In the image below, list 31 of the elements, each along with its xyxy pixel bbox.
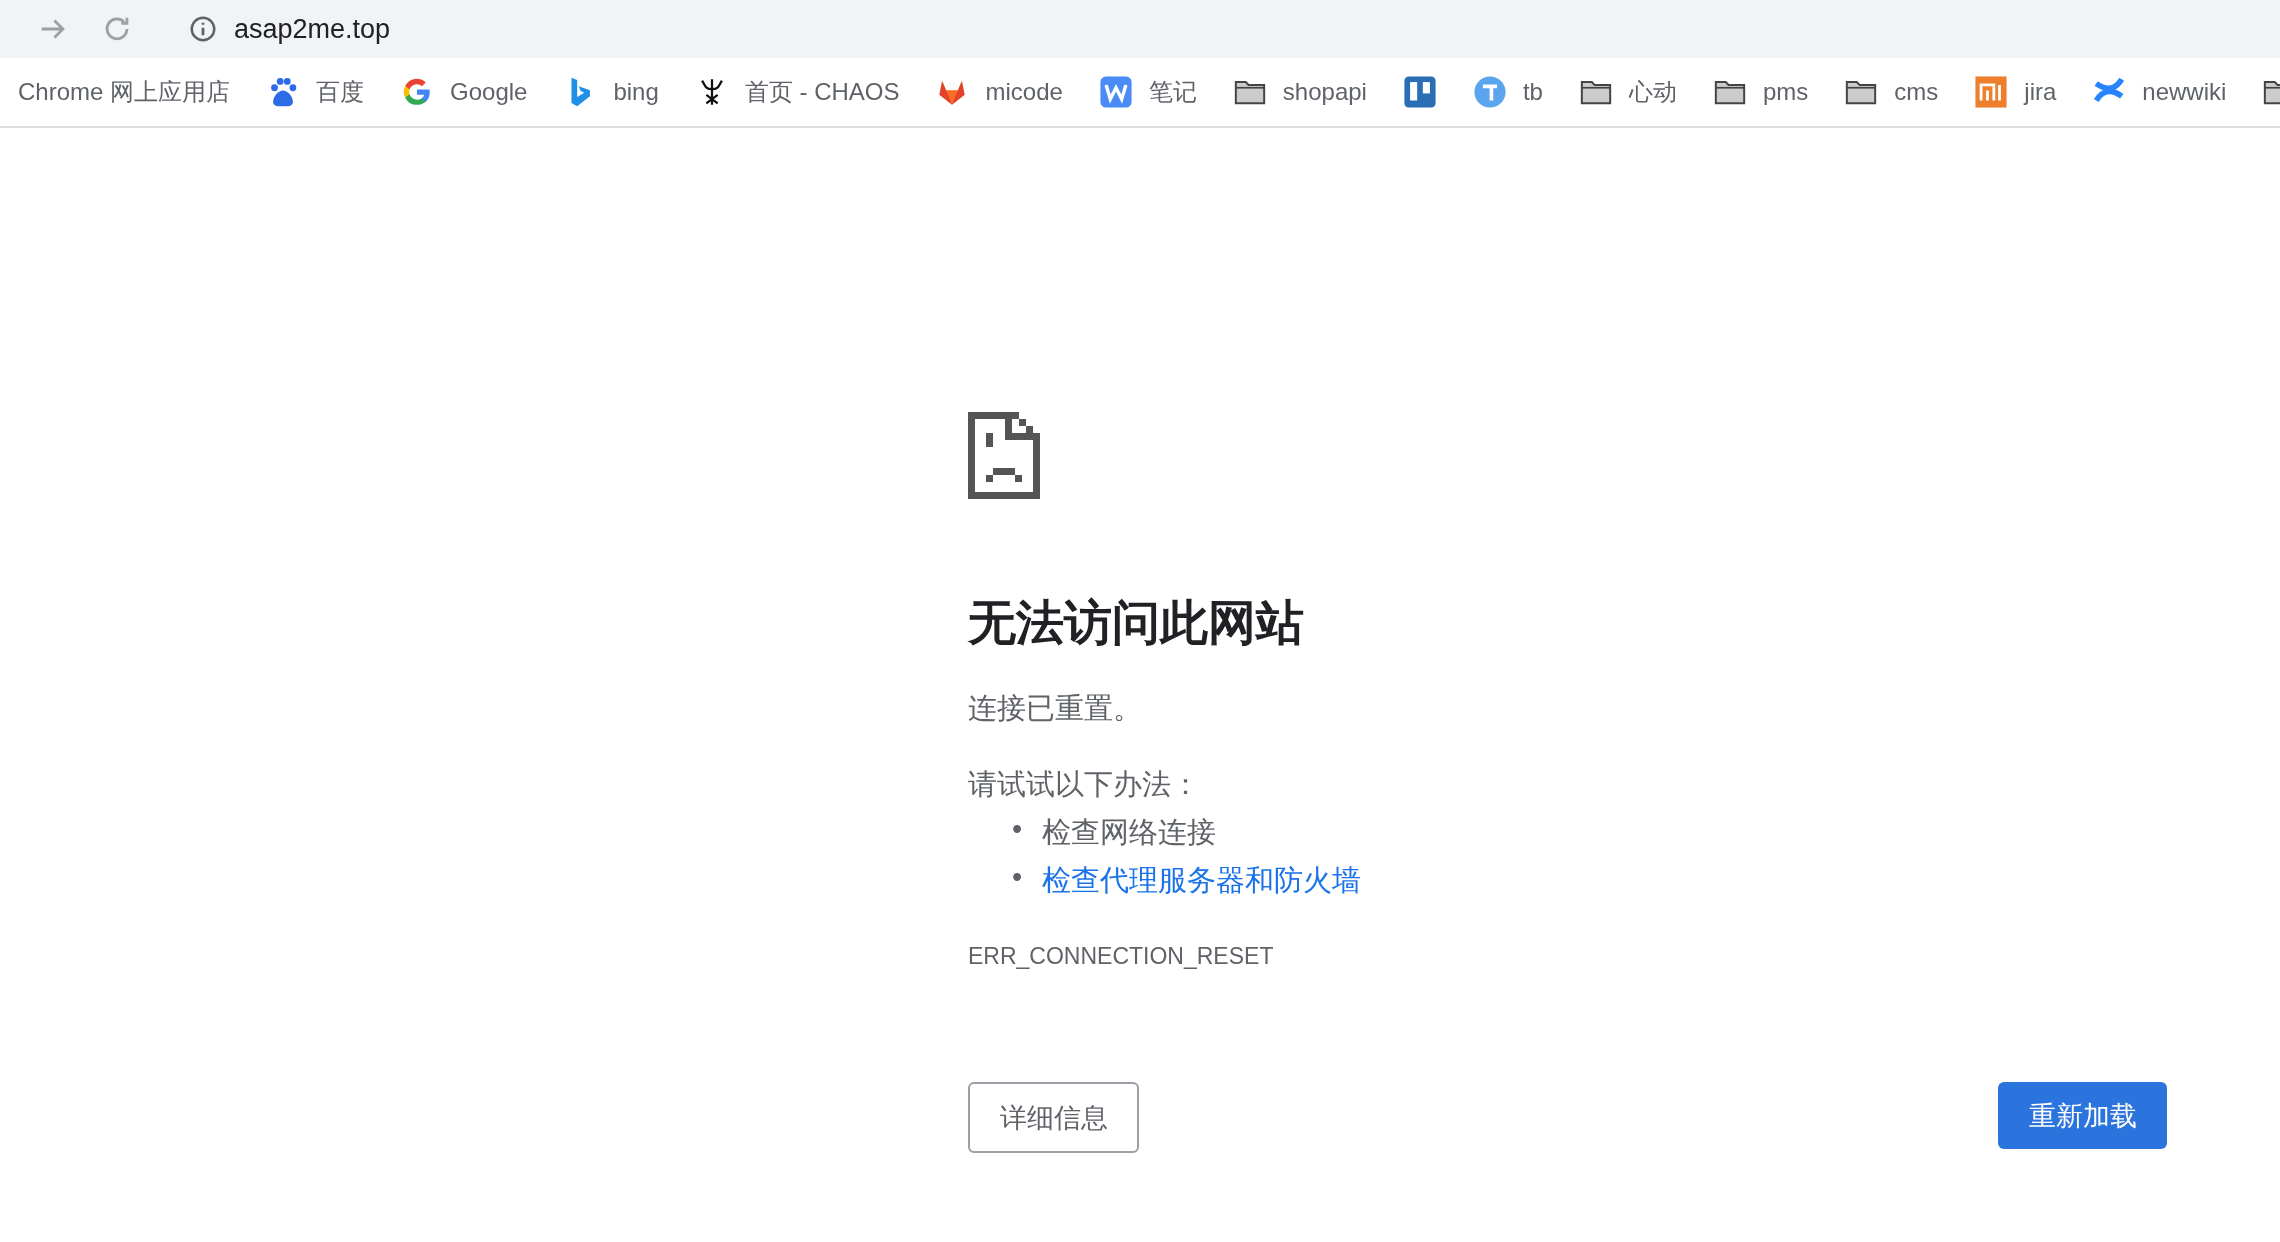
error-title: 无法访问此网站 <box>968 595 1305 651</box>
t-logo-icon <box>1472 75 1507 109</box>
error-code: ERR_CONNECTION_RESET <box>968 943 1275 970</box>
bookmark[interactable]: 百度 <box>248 70 383 114</box>
bookmark[interactable]: newwiki <box>2074 70 2245 114</box>
sad-page-icon <box>968 412 1040 499</box>
bullet: • <box>1012 813 1023 847</box>
info-icon[interactable] <box>188 14 218 44</box>
bookmark[interactable]: micode <box>917 70 1081 114</box>
reload-button[interactable]: 重新加载 <box>1998 1082 2167 1149</box>
bookmark[interactable]: shopapi <box>1214 70 1385 114</box>
mi-logo-icon <box>1974 75 2009 109</box>
bullet: • <box>1012 861 1023 895</box>
suggestion-link[interactable]: 检查代理服务器和防火墙 <box>1042 861 1362 901</box>
bookmark[interactable]: tb <box>1454 70 1561 114</box>
bookmark[interactable]: cms <box>1826 70 1957 114</box>
board-icon <box>1402 75 1437 109</box>
url-text: asap2me.top <box>234 13 391 45</box>
bookmark[interactable]: 首页 - CHAOS <box>676 70 918 114</box>
bookmark[interactable]: 笔记 <box>1080 70 1215 114</box>
bookmark[interactable]: Chrome 网上应用店 <box>0 70 249 114</box>
bookmark[interactable]: jira <box>1956 70 2075 114</box>
bookmark[interactable]: 心动 <box>1560 70 1695 114</box>
bookmark[interactable]: bing <box>545 70 677 114</box>
bookmark[interactable]: Google <box>382 70 546 114</box>
w-logo-icon <box>1098 75 1133 109</box>
bookmark[interactable]: pms <box>1694 70 1827 114</box>
details-button[interactable]: 详细信息 <box>968 1082 1139 1153</box>
suggestions-heading: 请试试以下办法： <box>968 767 1201 802</box>
suggestion-text: 检查网络连接 <box>1042 815 1217 850</box>
error-message: 连接已重置。 <box>968 691 1143 726</box>
